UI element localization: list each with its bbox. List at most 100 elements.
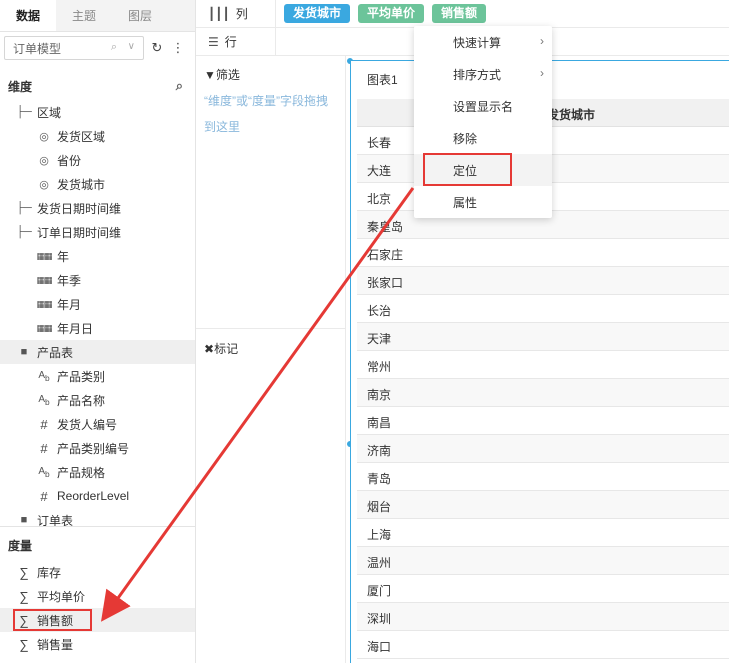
pill-avg-price[interactable]: 平均单价	[358, 4, 425, 23]
filter-title-label: 筛选	[215, 68, 240, 82]
dimension-item-label: 发货人编号	[57, 417, 118, 432]
filter-title: ▼筛选	[204, 66, 240, 83]
filter-icon: ▼	[204, 68, 216, 82]
chevron-right-icon: ›	[540, 66, 544, 80]
menu-item[interactable]: 设置显示名	[414, 90, 552, 122]
table-row[interactable]: 石家庄	[357, 239, 729, 267]
hierarchy-icon: ├─	[16, 226, 32, 238]
table-header-ship-city: 发货城市	[547, 108, 596, 122]
globe-icon: ◎	[39, 154, 49, 167]
globe-icon: ◎	[39, 130, 49, 143]
table-row[interactable]: 海口	[357, 631, 729, 659]
measure-item[interactable]: ∑ 平均单价	[0, 584, 195, 608]
table-row[interactable]: 青岛	[357, 463, 729, 491]
dimension-item-label: 产品规格	[57, 465, 106, 480]
dimension-item[interactable]: # 发货人编号	[0, 412, 195, 436]
menu-item[interactable]: 快速计算 ›	[414, 26, 552, 58]
table-row[interactable]: 温州	[357, 547, 729, 575]
dimension-item-label: 产品名称	[57, 393, 106, 408]
table-row[interactable]: 南京	[357, 379, 729, 407]
measures-header: 度量	[0, 533, 195, 557]
sigma-icon: ∑	[19, 588, 29, 604]
more-options-icon[interactable]: ⋮	[170, 40, 186, 56]
tab-theme[interactable]: 主题	[56, 0, 112, 31]
table-row[interactable]: 天津	[357, 323, 729, 351]
tab-data[interactable]: 数据	[0, 0, 56, 31]
dimension-item[interactable]: ├─ 发货日期时间维	[0, 196, 195, 220]
dimension-item[interactable]: ├─ 订单日期时间维	[0, 220, 195, 244]
filter-drop-hint[interactable]: “维度”或“度量”字段拖拽到这里	[204, 88, 338, 140]
dimension-item-label: 省份	[57, 153, 82, 168]
table-row[interactable]: 上海	[357, 519, 729, 547]
menu-item[interactable]: 属性	[414, 186, 552, 218]
mark-title-label: 标记	[214, 342, 239, 356]
dimension-item[interactable]: ■ 订单表	[0, 508, 195, 532]
table-row[interactable]: 南昌	[357, 407, 729, 435]
pill-sales-amount[interactable]: 销售额	[432, 4, 487, 23]
row-label: 行	[224, 35, 237, 49]
dimension-item[interactable]: ▦▦ 年季	[0, 268, 195, 292]
menu-item[interactable]: 排序方式 ›	[414, 58, 552, 90]
measure-item-label: 销售量	[37, 637, 74, 652]
annotation-highlight-box	[13, 609, 92, 631]
dimension-item[interactable]: Ab 产品规格	[0, 460, 195, 484]
table-cell-city: 大连	[367, 164, 392, 178]
search-icon[interactable]: ⌕	[111, 41, 117, 54]
table-cell-city: 长治	[367, 304, 392, 318]
table-row[interactable]: 烟台	[357, 491, 729, 519]
data-panel: 数据 主题 图层 订单模型 ⌕ ∨ ↻ ⋮ 维度 ⌕ ├─ 区域 ◎ 发货区域 ◎ 省份 ◎…	[0, 0, 196, 663]
dimension-item[interactable]: ■ 产品表	[0, 340, 195, 364]
tab-layer[interactable]: 图层	[112, 0, 168, 31]
dimension-item[interactable]: ▦▦ 年月	[0, 292, 195, 316]
dimension-item-label: 发货区域	[57, 129, 106, 144]
table-cell-city: 张家口	[367, 276, 404, 290]
dimension-item[interactable]: ◎ 发货城市	[0, 172, 195, 196]
dimension-item-label: ReorderLevel	[57, 489, 130, 503]
refresh-icon[interactable]: ↻	[149, 40, 165, 56]
dimension-item-label: 年	[57, 249, 70, 264]
number-field-icon: #	[40, 416, 48, 432]
number-field-icon: #	[40, 440, 48, 456]
table-row[interactable]: 厦门	[357, 575, 729, 603]
menu-item-label: 设置显示名	[453, 99, 514, 114]
menu-item-label: 移除	[453, 131, 478, 146]
dimension-item[interactable]: # 产品类别编号	[0, 436, 195, 460]
dimension-item[interactable]: Ab 产品名称	[0, 388, 195, 412]
table-row[interactable]: 济南	[357, 435, 729, 463]
menu-item[interactable]: 移除	[414, 122, 552, 154]
dimension-item[interactable]: ├─ 区域	[0, 100, 195, 124]
number-field-icon: #	[40, 488, 48, 504]
dimension-item[interactable]: ▦▦ 年	[0, 244, 195, 268]
chevron-down-icon[interactable]: ∨	[128, 41, 135, 52]
table-row[interactable]: 长治	[357, 295, 729, 323]
table-cell-city: 青岛	[367, 472, 392, 486]
column-shelf: ┃┃┃ 列 发货城市 平均单价 销售额	[196, 0, 729, 28]
model-select-value: 订单模型	[13, 41, 62, 56]
mark-title: ✖标记	[204, 340, 238, 357]
dimension-item[interactable]: # ReorderLevel	[0, 484, 195, 508]
calendar-icon: ▦▦	[36, 274, 52, 285]
pin-icon: ✖	[204, 342, 215, 356]
dimension-item[interactable]: ◎ 省份	[0, 148, 195, 172]
dimension-item[interactable]: ▦▦ 年月日	[0, 316, 195, 340]
calendar-icon: ▦▦	[36, 298, 52, 309]
hierarchy-icon: ├─	[16, 106, 32, 118]
table-cell-city: 温州	[367, 556, 392, 570]
sigma-icon: ∑	[19, 636, 29, 652]
measure-item[interactable]: ∑ 库存	[0, 560, 195, 584]
model-select[interactable]: 订单模型 ⌕ ∨	[4, 36, 144, 60]
dimension-item[interactable]: Ab 产品类别	[0, 364, 195, 388]
table-cell-city: 常州	[367, 360, 392, 374]
table-cell-city: 天津	[367, 332, 392, 346]
measure-item[interactable]: ∑ 销售量	[0, 632, 195, 656]
columns-icon: ┃┃┃	[208, 6, 230, 21]
table-row[interactable]: 常州	[357, 351, 729, 379]
column-shelf-label: ┃┃┃ 列	[196, 0, 276, 27]
search-icon[interactable]: ⌕	[176, 78, 183, 94]
dimension-item[interactable]: ◎ 发货区域	[0, 124, 195, 148]
table-row[interactable]: 深圳	[357, 603, 729, 631]
context-menu: 快速计算 › 排序方式 › 设置显示名 移除 定位 属性	[414, 26, 552, 218]
pill-ship-city[interactable]: 发货城市	[284, 4, 351, 23]
table-row[interactable]: 张家口	[357, 267, 729, 295]
measures-header-label: 度量	[8, 538, 33, 553]
